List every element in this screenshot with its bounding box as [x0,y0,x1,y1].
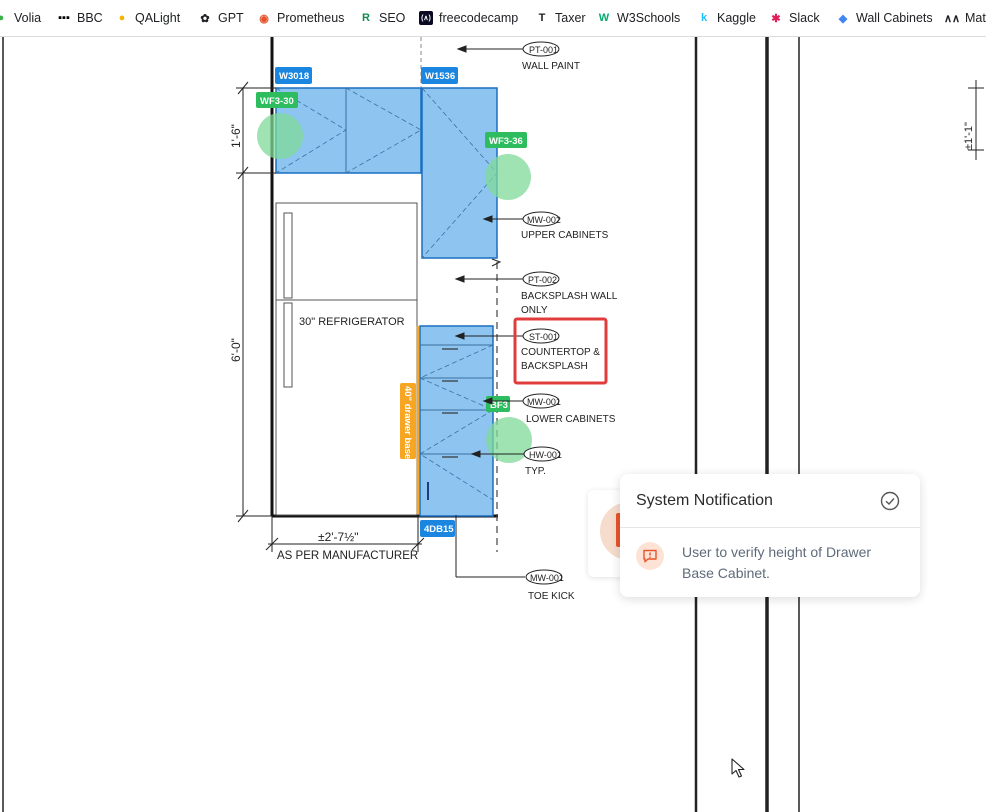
bookmark-freecodecamp[interactable]: (∧) freecodecamp [419,9,518,27]
bookmarks-bar: ● Volia ▪▪▪ BBC ● QALight ✿ GPT ◉ Prometheus R SEO (… [0,0,986,37]
bookmark-label: Volia [14,11,42,25]
freecodecamp-icon: (∧) [419,11,433,25]
callout-label: TYP. [525,466,546,477]
callout-pt-002[interactable]: PT-002 BACKSPLASH WALL ONLY [521,271,618,316]
cad-drawing[interactable]: ±1'-1" 30" REFRIGERATOR 40" drawer base … [0,37,986,812]
tag-wf3-30-label: WF3-30 [260,96,294,107]
bookmark-slack[interactable]: ✱ Slack [769,9,820,27]
bookmark-label: Mat [965,11,986,25]
notification-header: System Notification [620,474,920,528]
bookmark-mat[interactable]: ∧∧ Mat [943,9,986,27]
callout-pt-001[interactable]: PT-001 WALL PAINT [522,41,580,72]
tag-w3018[interactable]: W3018 [275,67,312,84]
bookmark-label: Kaggle [717,11,756,25]
cube-icon: ◆ [838,12,848,25]
tag-bf3-label: BF3 [490,400,508,411]
tag-w1536-label: W1536 [425,71,455,82]
dimension-width: ±2'-7½" [318,530,359,544]
tag-wf3-30[interactable]: WF3-30 [256,92,298,108]
callout-label: COUNTERTOP & [521,347,600,358]
drawer-base-label: 40" drawer base [402,386,413,459]
mat-icon: ∧∧ [943,12,961,25]
callout-st-001[interactable]: ST-001 COUNTERTOP & BACKSPLASH [513,317,608,385]
bookmark-gpt[interactable]: ✿ GPT [198,9,244,27]
w3schools-icon: W [598,12,610,24]
bookmark-w3schools[interactable]: W W3Schools [597,9,680,27]
notification-message: User to verify height of Drawer Base Cab… [682,544,872,581]
callout-label: BACKSPLASH WALL [521,291,618,302]
bookmark-label: GPT [218,11,244,25]
bookmark-label: BBC [77,11,103,25]
marker-circle[interactable] [485,154,531,200]
notification-title: System Notification [636,491,773,509]
drawer-base-tag[interactable]: 40" drawer base [400,383,416,459]
callout-hw-001[interactable]: HW-001 TYP. [523,446,562,477]
tag-wf3-36-label: WF3-36 [489,136,523,147]
callout-code: ST-001 [529,332,558,342]
tag-w3018-label: W3018 [279,71,309,82]
callout-label: LOWER CABINETS [526,414,616,425]
bookmark-prometheus[interactable]: ◉ Prometheus [257,9,344,27]
dimension-height: 6'-0" [229,338,243,362]
refrigerator: 30" REFRIGERATOR [275,202,418,516]
lower-cabinet-4db15[interactable] [419,325,494,517]
callout-code: MW-001 [527,397,561,407]
bbc-icon: ▪▪▪ [58,12,70,24]
notification-body: User to verify height of Drawer Base Cab… [620,528,920,584]
tag-w1536[interactable]: W1536 [421,67,458,84]
bookmark-kaggle[interactable]: k Kaggle [697,9,756,27]
bookmark-label: freecodecamp [439,11,519,25]
bookmark-label: Prometheus [277,11,345,25]
callout-code: MW-002 [527,215,561,225]
callout-code: PT-002 [528,275,557,285]
callout-code: HW-001 [529,450,562,460]
bookmark-label: W3Schools [617,11,681,25]
callout-mw-001-toe-kick[interactable]: MW-001 TOE KICK [525,569,575,602]
bookmark-label: SEO [379,11,406,25]
callout-label: UPPER CABINETS [521,230,609,241]
seo-icon: R [362,12,370,24]
tag-4db15-label: 4DB15 [424,524,454,535]
message-alert-icon [636,542,664,570]
qalight-icon: ● [118,12,126,24]
taxer-icon: T [538,12,546,24]
volia-icon: ● [0,11,8,25]
dimension-right: ±1'-1" [963,122,975,150]
dimension-upper: 1'-6" [229,124,243,148]
callout-label: TOE KICK [528,591,575,602]
kaggle-icon: k [700,12,708,24]
bookmark-label: QALight [135,11,181,25]
bookmark-label: Wall Cabinets [856,11,933,25]
bookmark-label: Slack [789,11,820,25]
system-notification[interactable]: System Notification User to verify heigh… [620,474,920,597]
callout-label: BACKSPLASH [521,361,588,372]
openai-icon: ✿ [200,12,210,25]
bookmark-taxer[interactable]: T Taxer [535,9,586,27]
check-circle-icon[interactable] [880,491,900,511]
bookmark-label: Taxer [555,11,586,25]
callout-label: ONLY [521,305,548,316]
bookmark-seo[interactable]: R SEO [359,9,405,27]
tag-4db15[interactable]: 4DB15 [420,520,455,537]
refrigerator-label: 30" REFRIGERATOR [299,316,405,328]
prometheus-icon: ◉ [259,12,269,25]
callout-label: WALL PAINT [522,61,580,72]
tag-wf3-36[interactable]: WF3-36 [485,132,527,148]
marker-circle[interactable] [257,113,303,159]
bookmark-wall-cabinets[interactable]: ◆ Wall Cabinets [836,9,933,27]
callout-code: PT-001 [529,45,558,55]
bookmark-volia[interactable]: ● Volia [0,9,41,27]
bookmark-bbc[interactable]: ▪▪▪ BBC [57,9,103,27]
dimension-manufacturer: AS PER MANUFACTURER [277,550,418,562]
callout-mw-002[interactable]: MW-002 UPPER CABINETS [521,211,609,241]
mouse-cursor-icon [731,758,745,778]
bookmark-qalight[interactable]: ● QALight [115,9,181,27]
callout-mw-001[interactable]: MW-001 LOWER CABINETS [522,393,616,425]
callout-code: MW-001 [530,573,564,583]
slack-icon: ✱ [771,12,781,25]
